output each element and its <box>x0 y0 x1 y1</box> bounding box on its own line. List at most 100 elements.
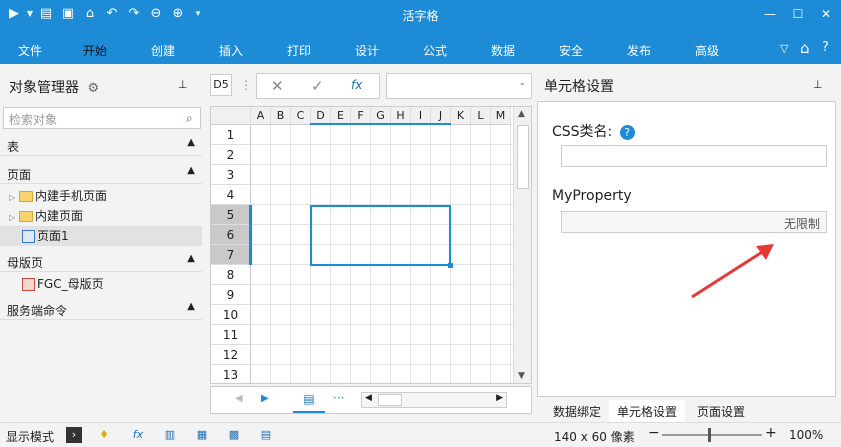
scroll-up-icon[interactable]: ▲ <box>518 109 525 119</box>
folder-icon <box>18 191 33 202</box>
scroll-thumb[interactable] <box>517 125 529 189</box>
expand-icon[interactable]: ▷ <box>9 213 15 222</box>
tree-item-page1[interactable]: 页面1 <box>0 226 202 246</box>
report-icon[interactable]: ▩ <box>226 427 242 443</box>
help-icon[interactable]: ? <box>619 125 635 140</box>
scroll-thumb[interactable] <box>378 394 402 406</box>
vertical-scrollbar[interactable]: ▲ ▼ <box>513 107 531 383</box>
tab-insert[interactable]: 插入 <box>219 42 243 59</box>
row-header[interactable]: 4 <box>211 185 251 205</box>
tab-print[interactable]: 打印 <box>287 42 311 59</box>
row-header[interactable]: 11 <box>211 325 251 345</box>
pin-icon[interactable]: ⊥ <box>178 78 188 91</box>
row-header[interactable]: 13 <box>211 365 251 383</box>
expand-icon[interactable]: ▷ <box>9 193 15 202</box>
column-header[interactable]: A <box>251 107 271 125</box>
sheet-tab-bar: ◀ ▶ ▤ ··· ◀ ▶ <box>210 386 532 414</box>
scroll-down-icon[interactable]: ▼ <box>518 371 525 381</box>
more-sheets-icon[interactable]: ··· <box>333 391 344 405</box>
gear-icon[interactable]: ⚙ <box>87 81 99 96</box>
ribbon-collapse-icon[interactable]: ▽ <box>780 42 788 55</box>
prev-sheet-icon[interactable]: ◀ <box>235 393 243 404</box>
zoom-in-button[interactable]: + <box>765 425 777 441</box>
row-header[interactable]: 7 <box>211 245 251 265</box>
function-icon[interactable]: fx <box>130 427 146 443</box>
grid-corner[interactable] <box>211 107 251 125</box>
grid-line <box>251 324 513 325</box>
more-icon[interactable]: ⋮ <box>240 78 252 92</box>
zoom-slider[interactable] <box>662 434 762 436</box>
fill-handle[interactable] <box>448 263 453 268</box>
tree-item-master-page[interactable]: FGC_母版页 <box>22 274 104 294</box>
tab-formula[interactable]: 公式 <box>423 42 447 59</box>
pin-icon[interactable]: ⊥ <box>813 78 823 91</box>
tab-create[interactable]: 创建 <box>151 42 175 59</box>
tab-home[interactable]: 开始 <box>83 42 107 59</box>
scroll-left-icon[interactable]: ◀ <box>365 393 372 403</box>
css-class-input[interactable] <box>561 145 827 167</box>
panel-title: 单元格设置 <box>544 79 614 95</box>
home-icon[interactable]: ⌂ <box>800 39 810 57</box>
bulb-icon[interactable]: ♦ <box>96 427 112 443</box>
layout-icon[interactable]: ▤ <box>258 427 274 443</box>
tree-item-builtin-page[interactable]: ▷ 内建页面 <box>9 206 83 226</box>
chart-icon[interactable]: ▥ <box>162 427 178 443</box>
selection-range[interactable] <box>310 205 451 266</box>
function-icon[interactable]: fx <box>351 78 362 92</box>
tab-data-binding[interactable]: 数据绑定 <box>545 400 609 423</box>
object-search-input[interactable]: 检索对象 <box>3 107 201 129</box>
zoom-out-button[interactable]: − <box>648 425 660 441</box>
page-icon <box>22 230 35 243</box>
tab-cell-settings[interactable]: 单元格设置 <box>609 400 686 423</box>
tab-page-settings[interactable]: 页面设置 <box>689 400 753 423</box>
column-header[interactable]: L <box>471 107 491 125</box>
column-header[interactable]: K <box>451 107 471 125</box>
grid-line <box>251 304 513 305</box>
search-icon[interactable]: ⌕ <box>186 111 193 126</box>
column-header[interactable]: B <box>271 107 291 125</box>
section-server-command[interactable]: 服务端命令 ▲ <box>0 298 202 320</box>
tab-design[interactable]: 设计 <box>355 42 379 59</box>
tab-data[interactable]: 数据 <box>491 42 515 59</box>
myproperty-input[interactable]: 无限制 <box>561 211 827 233</box>
scroll-right-icon[interactable]: ▶ <box>496 393 503 403</box>
spreadsheet-grid[interactable]: ABCDEFGHIJKLM 1 2 3 4 5 6 7 8 9 10 11 12 13 ▲ ▼ <box>210 106 532 384</box>
maximize-button[interactable]: ☐ <box>788 5 808 23</box>
tab-publish[interactable]: 发布 <box>627 42 651 59</box>
row-header[interactable]: 9 <box>211 285 251 305</box>
row-header[interactable]: 10 <box>211 305 251 325</box>
minimize-button[interactable]: — <box>760 5 780 23</box>
section-master[interactable]: 母版页 ▲ <box>0 250 202 272</box>
terminal-icon[interactable]: › <box>66 427 82 443</box>
column-header[interactable]: C <box>291 107 311 125</box>
tab-file[interactable]: 文件 <box>18 42 42 59</box>
section-table[interactable]: 表 ▲ <box>0 134 202 156</box>
row-header[interactable]: 5 <box>211 205 251 225</box>
cell-reference[interactable]: D5 <box>210 74 232 96</box>
row-header[interactable]: 6 <box>211 225 251 245</box>
row-header[interactable]: 2 <box>211 145 251 165</box>
cancel-icon[interactable]: ✕ <box>271 77 284 95</box>
cell-settings-panel: 单元格设置 ⊥ CSS类名: ? MyProperty 无限制 数据绑定 单元格… <box>537 64 841 423</box>
section-page[interactable]: 页面 ▲ <box>0 162 202 184</box>
formula-input[interactable]: ⌄ <box>386 73 532 99</box>
row-header[interactable]: 12 <box>211 345 251 365</box>
tab-security[interactable]: 安全 <box>559 42 583 59</box>
tab-advanced[interactable]: 高级 <box>695 42 719 59</box>
row-header[interactable]: 8 <box>211 265 251 285</box>
help-icon[interactable]: ? <box>822 40 829 55</box>
sheet-tab[interactable]: ▤ <box>293 387 325 413</box>
next-sheet-icon[interactable]: ▶ <box>261 393 269 404</box>
table-icon[interactable]: ▦ <box>194 427 210 443</box>
column-header[interactable]: M <box>491 107 511 125</box>
close-button[interactable]: ✕ <box>816 5 836 23</box>
panel-title: 对象管理器 ⚙ <box>9 80 100 96</box>
cell-size-readout: 140 x 60 像素 <box>554 430 635 444</box>
row-header[interactable]: 1 <box>211 125 251 145</box>
row-header[interactable]: 3 <box>211 165 251 185</box>
chevron-down-icon[interactable]: ⌄ <box>518 78 526 88</box>
tree-item-mobile-page[interactable]: ▷ 内建手机页面 <box>9 186 107 206</box>
confirm-icon[interactable]: ✓ <box>311 77 324 95</box>
zoom-slider-thumb[interactable] <box>708 428 711 442</box>
horizontal-scrollbar[interactable]: ◀ ▶ <box>361 392 507 408</box>
